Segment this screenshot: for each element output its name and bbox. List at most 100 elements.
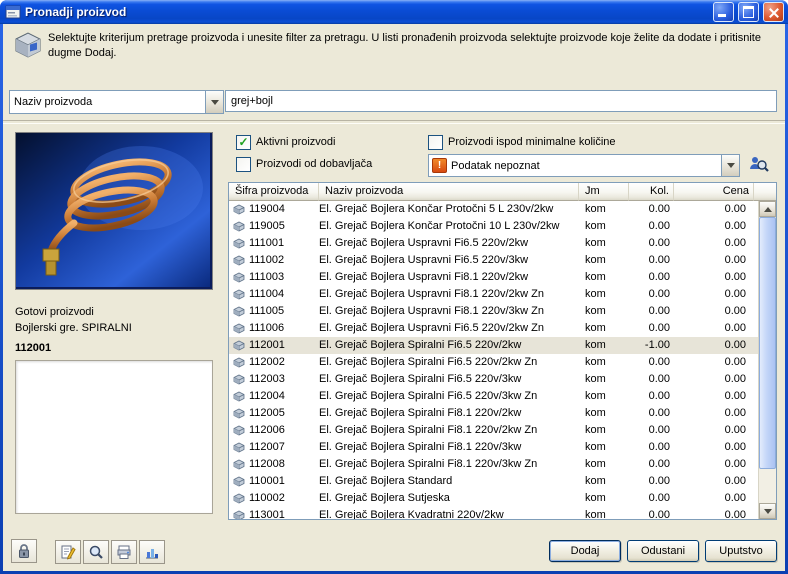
table-row[interactable]: 110001El. Grejač Bojlera Standardkom0.00… — [229, 473, 759, 490]
product-cube-icon — [233, 289, 245, 300]
add-button[interactable]: Dodaj — [549, 540, 621, 562]
table-row[interactable]: 111003El. Grejač Bojlera Uspravni Fi8.1 … — [229, 269, 759, 286]
product-cube-icon — [233, 442, 245, 453]
cell-kol: 0.00 — [629, 354, 674, 371]
column-header-sifra[interactable]: Šifra proizvoda — [229, 183, 319, 201]
scroll-down-button[interactable] — [759, 503, 776, 519]
cell-name: El. Grejač Bojlera Spiralni Fi8.1 220v/2… — [319, 405, 579, 422]
cell-cena: 0.00 — [674, 235, 754, 252]
minimize-button[interactable] — [713, 2, 734, 22]
instructions-text: Selektujte kriterijum pretrage proizvoda… — [48, 31, 775, 61]
cell-kol: 0.00 — [629, 269, 674, 286]
cell-kol: 0.00 — [629, 490, 674, 507]
cell-cena: 0.00 — [674, 252, 754, 269]
maximize-button[interactable] — [738, 2, 759, 22]
cell-kol: 0.00 — [629, 507, 674, 519]
table-row[interactable]: 113001El. Grejač Bojlera Kvadratni 220v/… — [229, 507, 759, 519]
table-body: 119004El. Grejač Bojlera Končar Protočni… — [229, 201, 759, 519]
column-header-cena[interactable]: Cena — [674, 183, 754, 201]
help-button[interactable]: Uputstvo — [705, 540, 777, 562]
table-row[interactable]: 111006El. Grejač Bojlera Uspravni Fi6.5 … — [229, 320, 759, 337]
table-row[interactable]: 111002El. Grejač Bojlera Uspravni Fi6.5 … — [229, 252, 759, 269]
table-row[interactable]: 111001El. Grejač Bojlera Uspravni Fi6.5 … — [229, 235, 759, 252]
find-products-button[interactable] — [746, 152, 770, 176]
product-cube-icon — [233, 238, 245, 249]
product-cube-icon — [233, 340, 245, 351]
filter-below-min-checkbox[interactable]: Proizvodi ispod minimalne količine — [428, 135, 616, 149]
product-cube-icon — [233, 204, 245, 215]
cell-cena: 0.00 — [674, 405, 754, 422]
product-cube-icon — [233, 391, 245, 402]
scroll-up-button[interactable] — [759, 201, 776, 217]
vertical-scrollbar[interactable] — [758, 201, 776, 519]
lock-icon — [17, 543, 31, 559]
status-dropdown[interactable]: ! Podatak nepoznat — [428, 154, 740, 177]
cell-name: El. Grejač Bojlera Uspravni Fi6.5 220v/3… — [319, 252, 579, 269]
cell-kol: 0.00 — [629, 218, 674, 235]
checkbox-box-icon — [428, 135, 443, 150]
cell-name: El. Grejač Bojlera Uspravni Fi8.1 220v/2… — [319, 269, 579, 286]
table-row[interactable]: 110002El. Grejač Bojlera Sutjeskakom0.00… — [229, 490, 759, 507]
product-cube-icon — [233, 510, 245, 519]
close-button[interactable] — [763, 2, 784, 22]
column-header-kol[interactable]: Kol. — [629, 183, 674, 201]
cell-jm: kom — [579, 235, 629, 252]
table-row[interactable]: 112008El. Grejač Bojlera Spiralni Fi8.1 … — [229, 456, 759, 473]
table-row[interactable]: 119005El. Grejač Bojlera Končar Protočni… — [229, 218, 759, 235]
column-header-naziv[interactable]: Naziv proizvoda — [319, 183, 579, 201]
cancel-button[interactable]: Odustani — [627, 540, 699, 562]
column-header-jm[interactable]: Jm — [579, 183, 629, 201]
chart-button[interactable] — [139, 540, 165, 564]
product-cube-icon — [233, 323, 245, 334]
cell-cena: 0.00 — [674, 354, 754, 371]
cell-code: 113001 — [249, 507, 319, 519]
search-criteria-select[interactable]: Naziv proizvoda — [9, 90, 224, 114]
cell-code: 111003 — [249, 269, 319, 286]
cell-code: 111006 — [249, 320, 319, 337]
table-row[interactable]: 112005El. Grejač Bojlera Spiralni Fi8.1 … — [229, 405, 759, 422]
cell-kol: 0.00 — [629, 286, 674, 303]
cell-code: 119004 — [249, 201, 319, 218]
triangle-up-icon — [764, 207, 772, 212]
product-cube-icon — [233, 459, 245, 470]
table-row[interactable]: 112006El. Grejač Bojlera Spiralni Fi8.1 … — [229, 422, 759, 439]
cell-code: 111001 — [249, 235, 319, 252]
cell-kol: 0.00 — [629, 303, 674, 320]
titlebar[interactable]: Pronadji proizvod — [0, 0, 788, 24]
table-row[interactable]: 119004El. Grejač Bojlera Končar Protočni… — [229, 201, 759, 218]
table-row[interactable]: 112003El. Grejač Bojlera Spiralni Fi6.5 … — [229, 371, 759, 388]
cell-code: 112004 — [249, 388, 319, 405]
cell-kol: 0.00 — [629, 473, 674, 490]
search-input[interactable] — [225, 90, 777, 112]
chevron-down-icon[interactable] — [205, 91, 223, 113]
lock-button[interactable] — [11, 539, 37, 563]
cell-kol: 0.00 — [629, 439, 674, 456]
cell-kol: 0.00 — [629, 252, 674, 269]
filter-supplier-checkbox[interactable]: Proizvodi od dobavljača — [236, 157, 372, 171]
product-notes[interactable] — [15, 360, 213, 514]
table-row[interactable]: 111005El. Grejač Bojlera Uspravni Fi8.1 … — [229, 303, 759, 320]
table-row[interactable]: 111004El. Grejač Bojlera Uspravni Fi8.1 … — [229, 286, 759, 303]
cell-kol: -1.00 — [629, 337, 674, 354]
cell-jm: kom — [579, 456, 629, 473]
print-button[interactable] — [111, 540, 137, 564]
cell-name: El. Grejač Bojlera Spiralni Fi8.1 220v/3… — [319, 439, 579, 456]
table-row[interactable]: 112007El. Grejač Bojlera Spiralni Fi8.1 … — [229, 439, 759, 456]
chevron-down-icon[interactable] — [721, 155, 739, 176]
cell-kol: 0.00 — [629, 405, 674, 422]
preview-button[interactable] — [83, 540, 109, 564]
table-row[interactable]: 112004El. Grejač Bojlera Spiralni Fi6.5 … — [229, 388, 759, 405]
cell-kol: 0.00 — [629, 235, 674, 252]
cell-jm: kom — [579, 218, 629, 235]
edit-button[interactable] — [55, 540, 81, 564]
table-row[interactable]: 112001El. Grejač Bojlera Spiralni Fi6.5 … — [229, 337, 759, 354]
filter-active-checkbox[interactable]: ✓ Aktivni proizvodi — [236, 135, 335, 149]
cell-name: El. Grejač Bojlera Spiralni Fi6.5 220v/3… — [319, 371, 579, 388]
window-title: Pronadji proizvod — [25, 5, 709, 19]
cell-kol: 0.00 — [629, 388, 674, 405]
scrollbar-thumb[interactable] — [759, 217, 776, 469]
product-cube-icon — [233, 255, 245, 266]
table-row[interactable]: 112002El. Grejač Bojlera Spiralni Fi6.5 … — [229, 354, 759, 371]
cell-cena: 0.00 — [674, 388, 754, 405]
product-table: Šifra proizvoda Naziv proizvoda Jm Kol. … — [228, 182, 777, 520]
